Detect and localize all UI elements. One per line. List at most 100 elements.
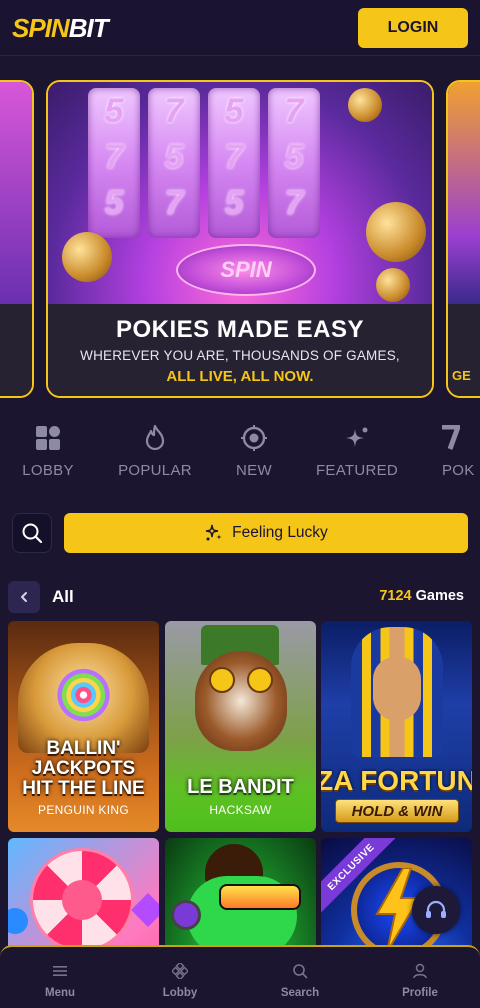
slot-reel: 7 5 7 — [268, 88, 320, 238]
search-icon — [292, 963, 308, 979]
reel-symbol: 5 — [104, 92, 124, 130]
game-title-line: ZA FORTUN — [321, 765, 472, 796]
spin-button-artwork: SPIN — [176, 244, 316, 296]
slide-caption: POKIES MADE EASY WHEREVER YOU ARE, THOUS… — [48, 304, 432, 396]
next-slide-caption: GE — [452, 368, 471, 383]
spinbit-logo[interactable]: SPIN BIT — [12, 12, 109, 43]
tab-label: NEW — [236, 462, 272, 479]
banner-highlight: ALL LIVE, ALL NOW. — [166, 368, 314, 385]
reel-symbol: 7 — [164, 92, 184, 130]
tab-popular[interactable]: POPULAR — [115, 424, 195, 488]
tab-label: FEATURED — [315, 462, 399, 479]
target-icon — [240, 424, 268, 452]
menu-icon — [52, 963, 68, 979]
slide-caption: GE — [448, 304, 480, 396]
games-count-number: 7124 — [379, 588, 412, 604]
support-chat-button[interactable] — [412, 886, 460, 934]
game-tile[interactable]: LE BANDIT HACKSAW — [165, 621, 316, 832]
microphone — [171, 900, 201, 930]
slot-reel: 5 7 5 — [208, 88, 260, 238]
profile-icon — [412, 963, 428, 979]
carousel-slide-next[interactable]: GE — [446, 80, 480, 398]
tab-label: POPULAR — [118, 462, 192, 479]
headset-icon — [424, 898, 448, 922]
pharaoh-face — [373, 657, 421, 721]
tab-new[interactable]: NEW — [229, 424, 279, 488]
nav-search[interactable]: Search — [240, 947, 360, 1008]
nav-profile[interactable]: Profile — [360, 947, 480, 1008]
lottery-balls — [36, 665, 131, 725]
dollar-eye — [247, 667, 273, 693]
game-tile[interactable]: BALLIN' JACKPOTS HIT THE LINE PENGUIN KI… — [8, 621, 159, 832]
game-title-line: BALLIN' — [46, 738, 121, 759]
candy-decoration — [8, 908, 28, 934]
lollipop-center — [62, 880, 102, 920]
slot-reel: 5 7 5 — [88, 88, 140, 238]
tab-lobby[interactable]: LOBBY — [18, 424, 78, 488]
game-title-line: JACKPOTS — [31, 758, 136, 779]
candy-decoration — [131, 893, 159, 927]
tab-label: LOBBY — [22, 462, 74, 479]
feeling-lucky-button[interactable]: Feeling Lucky — [64, 513, 468, 553]
back-button[interactable] — [8, 581, 40, 613]
games-count-suffix: Games — [411, 588, 464, 604]
reel-symbol: 7 — [224, 138, 244, 176]
flame-icon — [141, 424, 169, 452]
tab-pokies[interactable]: POK — [440, 424, 480, 488]
banner-subtitle: WHEREVER YOU ARE, THOUSANDS OF GAMES, — [80, 348, 400, 363]
raccoon-face — [195, 651, 287, 751]
carousel-slide-active[interactable]: 5 7 5 7 5 7 5 7 5 7 5 7 SPIN POKIES MADE EASY WH… — [46, 80, 434, 398]
reel-symbol: 7 — [284, 92, 304, 130]
reel-symbol: 7 — [164, 184, 184, 222]
slide-caption — [0, 304, 32, 396]
category-tabs: LOBBY POPULAR NEW FEATURED POK — [0, 424, 480, 488]
nav-menu[interactable]: Menu — [0, 947, 120, 1008]
nav-label: Menu — [44, 987, 76, 999]
sparkle-icon — [343, 424, 371, 452]
login-button[interactable]: LOGIN — [358, 8, 468, 48]
lobby-icon — [172, 963, 188, 979]
reel-symbol: 5 — [104, 184, 124, 222]
section-title: All — [52, 587, 74, 606]
frog-sunglasses — [219, 884, 301, 910]
slide-artwork — [448, 82, 480, 304]
game-provider: PENGUIN KING — [38, 803, 129, 817]
dollar-eye — [209, 667, 235, 693]
carousel-slide-previous[interactable] — [0, 80, 34, 398]
coin-decoration — [62, 232, 112, 282]
tab-featured[interactable]: FEATURED — [312, 424, 402, 488]
logo-spin-text: SPIN — [12, 12, 70, 43]
search-icon — [21, 522, 43, 544]
reel-symbol: 7 — [284, 184, 304, 222]
coin-decoration — [376, 268, 410, 302]
dice-sparkle-icon — [204, 523, 224, 543]
seven-icon — [440, 424, 468, 452]
feeling-lucky-label: Feeling Lucky — [232, 524, 328, 541]
casino-page: SPIN BIT LOGIN 575 757 575 757 SPIN POKIE… — [0, 0, 480, 1008]
game-title-line: LE BANDIT — [187, 776, 294, 798]
reel-symbol: 5 — [224, 92, 244, 130]
chevron-left-icon — [19, 591, 29, 603]
bottom-navigation: Menu Lobby Search Profile — [0, 945, 480, 1008]
games-count: 7124 Games — [379, 588, 464, 604]
slide-artwork — [0, 82, 32, 304]
logo-bit-text: BIT — [68, 12, 109, 43]
game-title-line: HOLD & WIN — [335, 799, 459, 823]
coin-decoration — [366, 202, 426, 262]
reel-symbol: 5 — [164, 138, 184, 176]
game-title-line: HIT THE LINE — [22, 778, 145, 799]
reel-symbol: 5 — [224, 184, 244, 222]
nav-lobby[interactable]: Lobby — [120, 947, 240, 1008]
banner-title: POKIES MADE EASY — [115, 316, 365, 343]
promo-carousel[interactable]: 5 7 5 7 5 7 5 7 5 7 5 7 SPIN POKIES MADE EASY WH… — [0, 80, 480, 398]
nav-label: Search — [280, 987, 320, 999]
game-tile[interactable]: ZA FORTUN HOLD & WIN — [321, 621, 472, 832]
search-button[interactable] — [12, 513, 52, 553]
grid-icon — [34, 424, 62, 452]
top-header: SPIN BIT LOGIN — [0, 0, 480, 56]
nav-label: Profile — [402, 987, 438, 999]
coin-decoration — [348, 88, 382, 122]
reel-symbol: 5 — [284, 138, 304, 176]
tab-label: POK — [442, 462, 475, 479]
game-provider: HACKSAW — [209, 803, 272, 817]
